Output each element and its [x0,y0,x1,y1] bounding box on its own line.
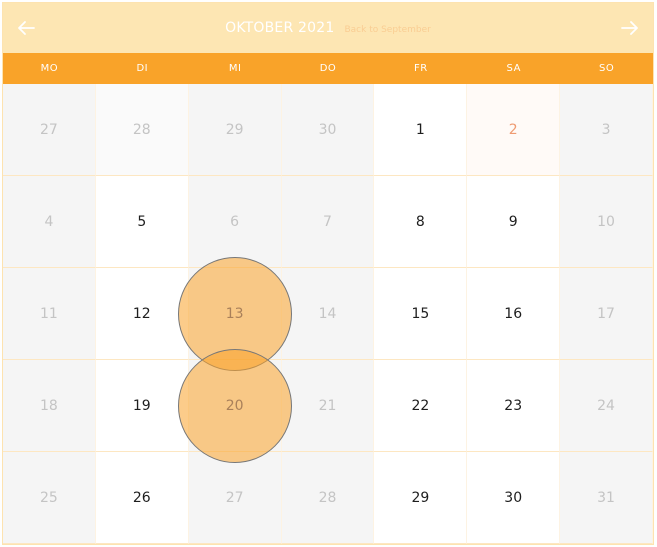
day-cell[interactable]: 8 [374,176,468,268]
weekday-label: SA [506,63,521,74]
month-title: OKTOBER 2021 [225,20,335,36]
day-cell[interactable]: 17 [560,268,653,360]
day-number: 16 [504,305,523,322]
day-cell[interactable]: 3 [560,84,653,176]
day-cell[interactable]: 11 [3,268,96,360]
day-cell[interactable]: 30 [281,84,375,176]
day-cell[interactable]: 4 [3,176,96,268]
day-cell[interactable]: 29 [188,84,282,176]
header-title-group: OKTOBER 2021 Back to September [225,20,431,36]
day-cell[interactable]: 23 [467,360,561,452]
day-cell[interactable]: 22 [374,360,468,452]
day-cell[interactable]: 28 [95,84,189,176]
day-number: 3 [601,121,611,138]
day-cell[interactable]: 2 [467,84,561,176]
day-number: 29 [411,489,430,506]
back-to-previous-month-link[interactable]: Back to September [344,25,430,35]
day-cell[interactable]: 31 [560,452,653,544]
day-number: 26 [132,489,151,506]
day-number: 13 [225,305,244,322]
day-cell[interactable]: 14 [281,268,375,360]
weekday-label: MO [40,63,59,74]
day-number: 29 [225,121,244,138]
day-cell[interactable]: 7 [281,176,375,268]
day-cell[interactable]: 21 [281,360,375,452]
day-cell[interactable]: 30 [467,452,561,544]
day-number: 19 [132,397,151,414]
day-number: 27 [225,489,244,506]
day-number: 1 [415,121,425,138]
previous-month-button[interactable] [12,14,40,42]
weekday-label: SO [598,63,615,74]
weekday-label: DI [136,63,149,74]
day-cell[interactable]: 5 [95,176,189,268]
day-number: 2 [508,121,518,138]
day-cell[interactable]: 15 [374,268,468,360]
day-number: 30 [504,489,523,506]
day-number: 24 [597,397,615,414]
day-grid: 27 28 29 30 1 2 3 4 5 6 7 8 9 10 11 12 13 14 15 16 17 18 19 20 2… [3,84,653,544]
day-number: 11 [40,305,58,322]
weekday-label: DO [319,63,337,74]
day-cell[interactable]: 18 [3,360,96,452]
day-number: 15 [411,305,430,322]
day-number: 7 [323,213,332,230]
day-number: 20 [225,397,244,414]
day-cell[interactable]: 12 [95,268,189,360]
day-cell[interactable]: 1 [374,84,468,176]
day-number: 31 [597,489,615,506]
weekday-label: MI [228,63,242,74]
day-number: 22 [411,397,430,414]
day-number: 17 [597,305,615,322]
day-number: 12 [132,305,151,322]
arrow-right-icon [621,21,638,35]
weekday-label: FR [414,63,428,74]
day-number: 9 [508,213,518,230]
day-number: 27 [40,121,58,138]
day-number: 6 [230,213,240,230]
next-month-button[interactable] [616,14,644,42]
arrow-left-icon [18,21,35,35]
day-cell-selected[interactable]: 20 [177,348,292,463]
day-cell[interactable]: 27 [3,84,96,176]
day-number: 25 [40,489,58,506]
day-cell[interactable]: 26 [95,452,189,544]
day-number: 4 [44,213,54,230]
day-cell[interactable]: 25 [3,452,96,544]
day-cell[interactable]: 27 [188,452,282,544]
day-cell[interactable]: 9 [467,176,561,268]
day-number: 30 [318,121,337,138]
weekday-header-row: MO DI MI DO FR SA SO [3,53,653,84]
day-cell[interactable]: 16 [467,268,561,360]
day-number: 10 [597,213,615,230]
day-cell[interactable]: 10 [560,176,653,268]
day-cell[interactable]: 29 [374,452,468,544]
calendar-header: OKTOBER 2021 Back to September [3,3,653,53]
day-number: 5 [137,213,147,230]
day-number: 14 [318,305,337,322]
day-number: 28 [132,121,151,138]
calendar: OKTOBER 2021 Back to September MO DI MI … [2,2,654,545]
day-cell[interactable]: 24 [560,360,653,452]
day-number: 8 [415,213,425,230]
day-number: 21 [318,397,337,414]
day-cell[interactable]: 6 [188,176,282,268]
day-number: 23 [504,397,523,414]
day-cell-selected[interactable]: 13 [177,256,292,371]
day-number: 28 [318,489,337,506]
day-cell[interactable]: 19 [95,360,189,452]
day-cell[interactable]: 28 [281,452,375,544]
day-number: 18 [40,397,58,414]
